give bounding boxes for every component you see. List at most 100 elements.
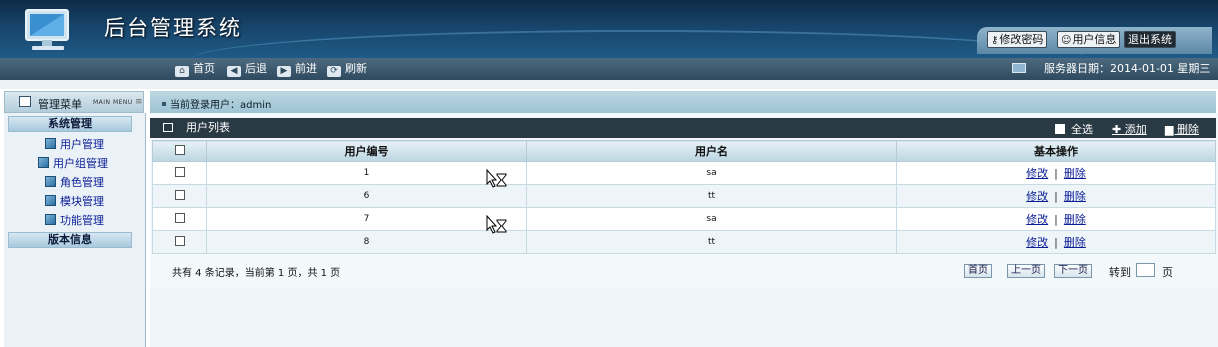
table-row: 8 tt 修改 | 删除 bbox=[152, 230, 1216, 254]
list-icon bbox=[163, 123, 173, 132]
list-toolbar: 用户列表 全选 ✚ 添加 ▆ 删除 bbox=[150, 118, 1216, 138]
delete-button[interactable]: ▆ 删除 bbox=[1165, 121, 1199, 137]
sidebar: 系统管理 用户管理 用户组管理 角色管理 模块管理 功能管理 版本信息 bbox=[4, 113, 146, 347]
separator: | bbox=[1054, 236, 1058, 249]
app-header: 后台管理系统 ⚷修改密码 ☺用户信息 退出系统 bbox=[0, 0, 1218, 58]
next-page-button[interactable]: 下一页 bbox=[1054, 264, 1092, 278]
select-all-button[interactable]: 全选 bbox=[1055, 121, 1093, 137]
edit-link[interactable]: 修改 bbox=[1026, 167, 1048, 180]
delete-label: 删除 bbox=[1176, 123, 1199, 136]
sidebar-item-function-management[interactable]: 功能管理 bbox=[45, 213, 104, 228]
module-icon bbox=[38, 157, 49, 168]
divider-strip bbox=[0, 80, 1218, 89]
sidebar-item-label: 功能管理 bbox=[60, 214, 104, 227]
trash-icon: ▆ bbox=[1165, 123, 1177, 136]
delete-link[interactable]: 删除 bbox=[1064, 213, 1086, 226]
arrow-right-icon: ▶ bbox=[277, 66, 291, 77]
row-checkbox[interactable] bbox=[174, 166, 185, 177]
list-title: 用户列表 bbox=[186, 121, 230, 134]
sidebar-item-usergroup-management[interactable]: 用户组管理 bbox=[38, 156, 108, 171]
computer-logo-icon bbox=[25, 9, 69, 50]
sidebar-item-label: 用户管理 bbox=[60, 138, 104, 151]
server-date: 服务器日期：2014-01-01 星期三 bbox=[1044, 62, 1211, 75]
main-header: 当前登录用户：admin bbox=[150, 91, 1216, 113]
separator: | bbox=[1054, 190, 1058, 203]
busy-cursor-icon bbox=[486, 215, 507, 234]
menu-panel-icon bbox=[19, 96, 31, 107]
header-button-group: ⚷修改密码 ☺用户信息 退出系统 bbox=[977, 27, 1212, 54]
user-id-cell: 7 bbox=[206, 207, 527, 231]
user-id-cell: 8 bbox=[206, 230, 527, 254]
goto-label: 转到 bbox=[1109, 266, 1131, 279]
busy-cursor-icon bbox=[486, 169, 507, 188]
change-password-label: 修改密码 bbox=[999, 33, 1044, 46]
back-label: 后退 bbox=[245, 62, 267, 75]
monitor-icon bbox=[1012, 63, 1026, 73]
separator: | bbox=[1054, 213, 1058, 226]
prev-page-button[interactable]: 上一页 bbox=[1007, 264, 1045, 278]
add-button[interactable]: ✚ 添加 bbox=[1112, 121, 1147, 137]
row-checkbox[interactable] bbox=[174, 189, 185, 200]
current-user: 当前登录用户：admin bbox=[162, 96, 271, 111]
edit-link[interactable]: 修改 bbox=[1026, 236, 1048, 249]
actions-cell: 修改 | 删除 bbox=[896, 161, 1216, 185]
row-checkbox-cell bbox=[152, 230, 207, 254]
username-cell: tt bbox=[526, 184, 897, 208]
checkbox-icon bbox=[1055, 124, 1065, 134]
sidebar-item-user-management[interactable]: 用户管理 bbox=[45, 137, 104, 152]
forward-button[interactable]: ▶ 前进 bbox=[277, 61, 317, 77]
logout-button[interactable]: 退出系统 bbox=[1124, 31, 1176, 48]
collapse-icon[interactable]: ≡ bbox=[135, 97, 143, 107]
table-header-row: 用户编号 用户名 基本操作 bbox=[152, 140, 1216, 162]
add-label: 添加 bbox=[1124, 123, 1147, 136]
system-title: 后台管理系统 bbox=[104, 16, 242, 40]
refresh-label: 刷新 bbox=[345, 62, 367, 75]
row-checkbox[interactable] bbox=[174, 235, 185, 246]
change-password-button[interactable]: ⚷修改密码 bbox=[987, 31, 1048, 48]
home-button[interactable]: ⌂ 首页 bbox=[175, 61, 215, 77]
delete-link[interactable]: 删除 bbox=[1064, 190, 1086, 203]
module-icon bbox=[45, 195, 56, 206]
home-icon: ⌂ bbox=[175, 66, 189, 77]
goto-page-input[interactable] bbox=[1136, 263, 1155, 277]
sidebar-subtitle: MAIN MENU bbox=[93, 99, 133, 106]
first-page-button[interactable]: 首页 bbox=[964, 264, 992, 278]
home-label: 首页 bbox=[193, 62, 215, 75]
row-checkbox-cell bbox=[152, 161, 207, 185]
separator: | bbox=[1054, 167, 1058, 180]
arrow-left-icon: ◀ bbox=[227, 66, 241, 77]
back-button[interactable]: ◀ 后退 bbox=[227, 61, 267, 77]
header-checkbox-cell bbox=[152, 140, 207, 162]
page-unit-label: 页 bbox=[1162, 266, 1173, 279]
menu-group-system[interactable]: 系统管理 bbox=[8, 116, 132, 132]
edit-link[interactable]: 修改 bbox=[1026, 213, 1048, 226]
row-checkbox-cell bbox=[152, 207, 207, 231]
main-content: 用户列表 全选 ✚ 添加 ▆ 删除 用户编号 用户名 基本操作 1 sa 修改 … bbox=[150, 113, 1218, 347]
sidebar-item-module-management[interactable]: 模块管理 bbox=[45, 194, 104, 209]
nav-toolbar: ⌂ 首页 ◀ 后退 ▶ 前进 ⟳ 刷新 服务器日期：2014-01-01 星期三 bbox=[0, 58, 1218, 80]
edit-link[interactable]: 修改 bbox=[1026, 190, 1048, 203]
sidebar-header: 管理菜单 MAIN MENU ≡ bbox=[4, 91, 144, 113]
username-cell: sa bbox=[526, 161, 897, 185]
username-cell: sa bbox=[526, 207, 897, 231]
content-footer bbox=[150, 288, 1218, 347]
sidebar-title: 管理菜单 bbox=[38, 98, 82, 111]
row-checkbox[interactable] bbox=[174, 212, 185, 223]
sidebar-item-label: 模块管理 bbox=[60, 195, 104, 208]
table-row: 6 tt 修改 | 删除 bbox=[152, 184, 1216, 208]
refresh-icon: ⟳ bbox=[327, 66, 341, 77]
menu-group-version[interactable]: 版本信息 bbox=[8, 232, 132, 248]
actions-cell: 修改 | 删除 bbox=[896, 184, 1216, 208]
logout-label: 退出系统 bbox=[1128, 33, 1172, 46]
column-header-id: 用户编号 bbox=[206, 140, 527, 162]
pager-summary: 共有 4 条记录，当前第 1 页，共 1 页 bbox=[172, 268, 341, 279]
user-info-button[interactable]: ☺用户信息 bbox=[1057, 31, 1121, 48]
header-checkbox[interactable] bbox=[174, 144, 185, 155]
sidebar-item-role-management[interactable]: 角色管理 bbox=[45, 175, 104, 190]
delete-link[interactable]: 删除 bbox=[1064, 167, 1086, 180]
delete-link[interactable]: 删除 bbox=[1064, 236, 1086, 249]
refresh-button[interactable]: ⟳ 刷新 bbox=[327, 61, 367, 77]
table-row: 7 sa 修改 | 删除 bbox=[152, 207, 1216, 231]
forward-label: 前进 bbox=[295, 62, 317, 75]
user-id-cell: 1 bbox=[206, 161, 527, 185]
